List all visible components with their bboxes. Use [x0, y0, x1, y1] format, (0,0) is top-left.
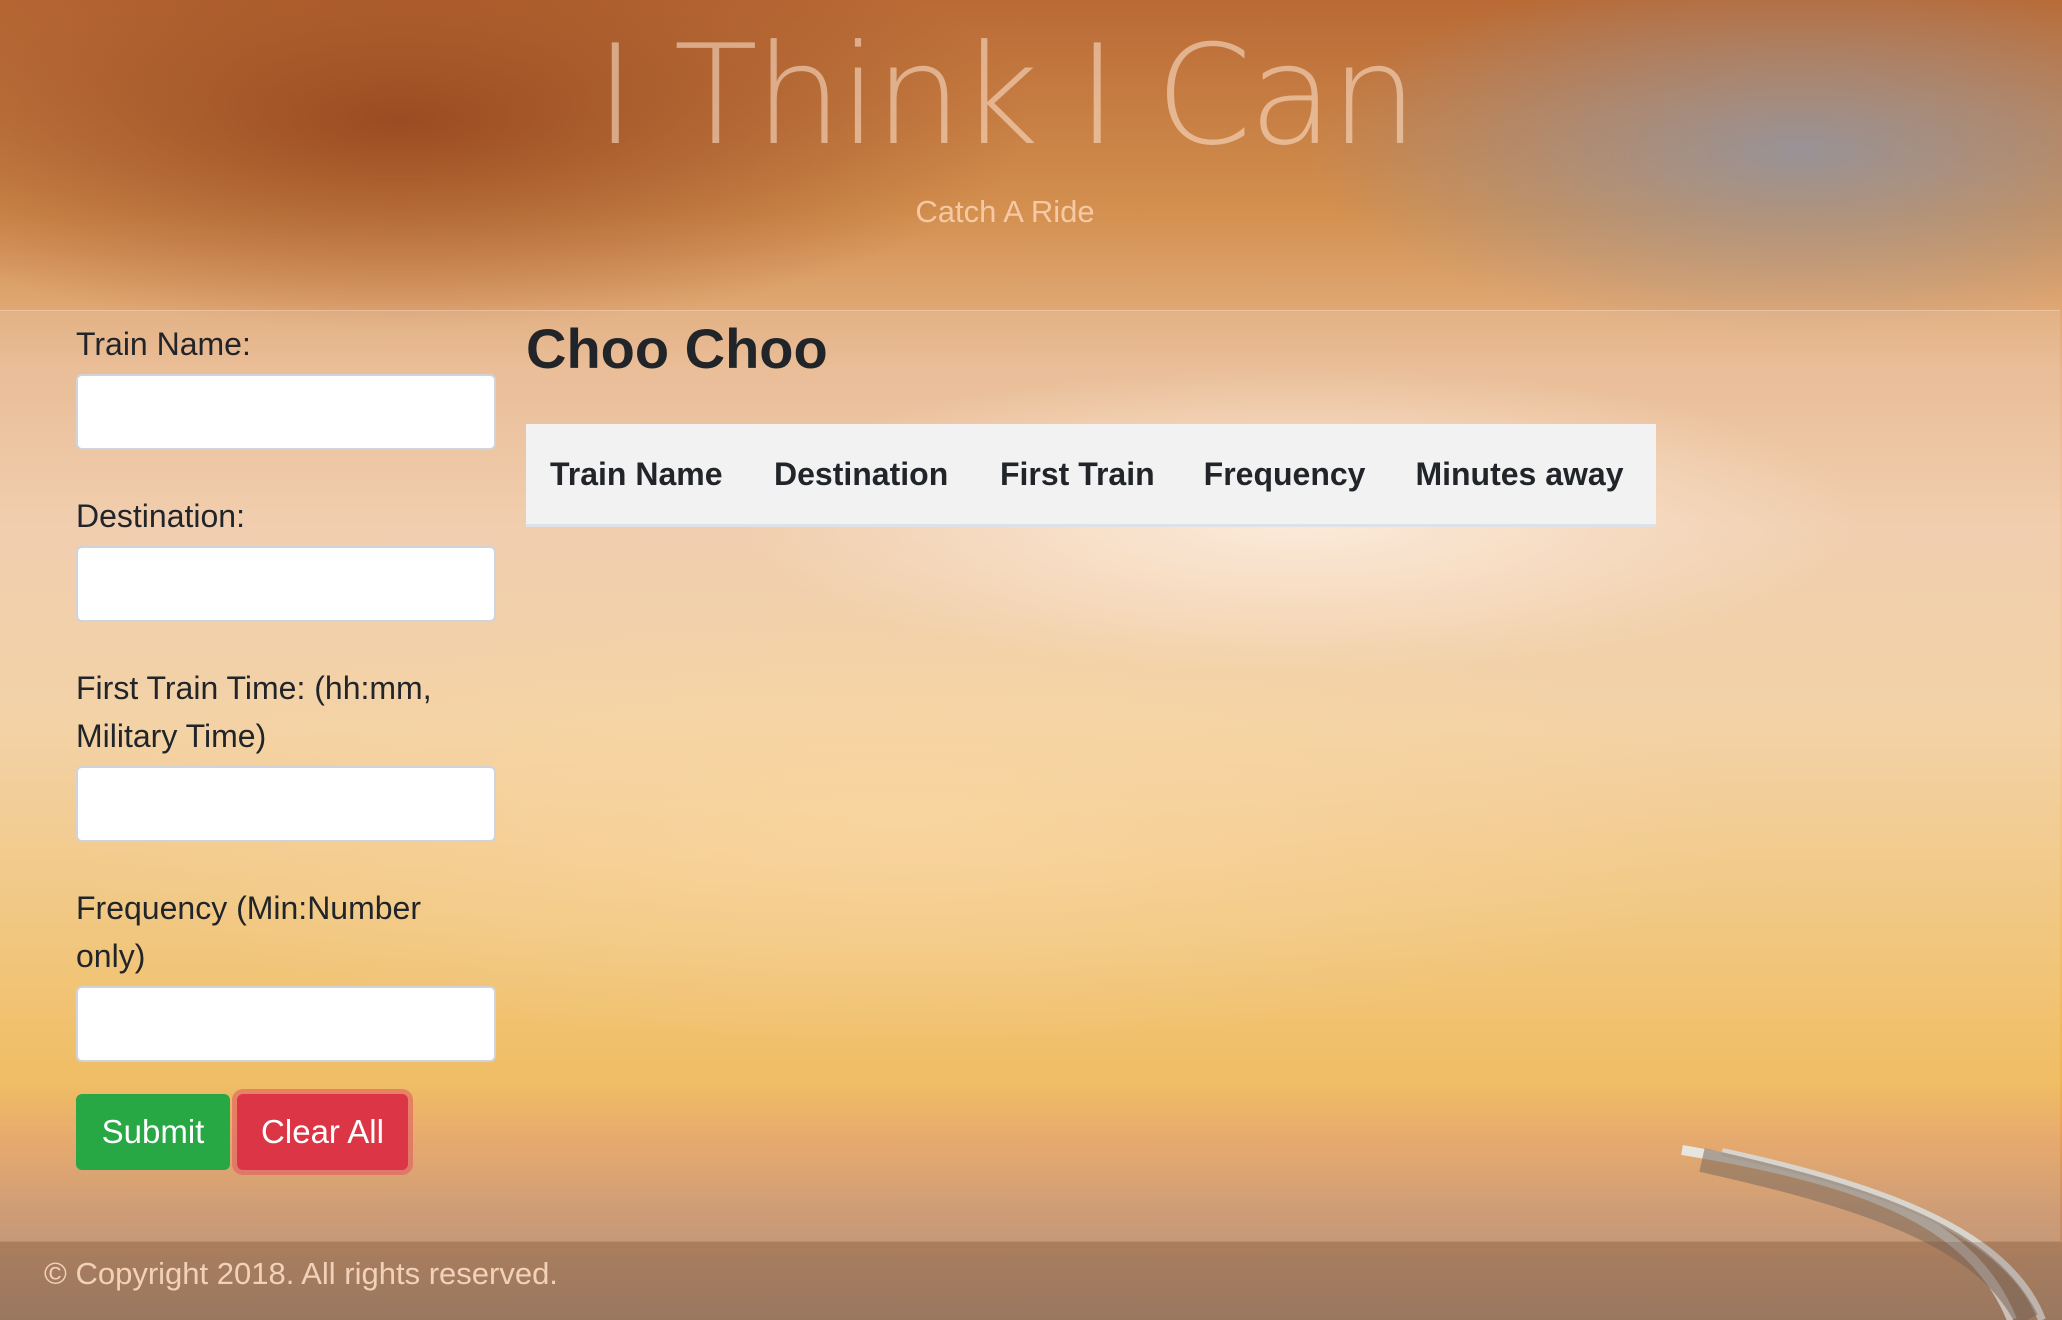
clear-all-button[interactable]: Clear All: [237, 1094, 408, 1170]
frequency-label: Frequency (Min:Number only): [76, 890, 421, 974]
submit-button[interactable]: Submit: [76, 1094, 230, 1170]
column-header-first-train: First Train: [999, 455, 1155, 492]
column-header-train-name: Train Name: [550, 455, 723, 492]
first-train-time-label: First Train Time: (hh:mm, Military Time): [76, 670, 432, 754]
column-header-frequency: Frequency: [1203, 455, 1366, 492]
table-header-row: Train Name Destination First Train Frequ…: [526, 424, 1656, 526]
page-subtitle: Catch A Ride: [915, 194, 1095, 229]
train-schedule-table: Train Name Destination First Train Frequ…: [526, 424, 1656, 527]
column-header-minutes-away: Minutes away: [1415, 455, 1624, 492]
column-header-destination: Destination: [774, 455, 949, 492]
page-title: I Think I Can: [595, 15, 1418, 176]
train-name-input[interactable]: [76, 374, 496, 450]
schedule-title: Choo Choo: [526, 317, 828, 380]
train-name-label: Train Name:: [76, 326, 251, 362]
footer: © Copyright 2018. All rights reserved.: [0, 1242, 2062, 1320]
header-jumbotron: I Think I Can Catch A Ride: [0, 0, 2062, 310]
destination-label: Destination:: [76, 498, 245, 534]
frequency-input[interactable]: [76, 986, 496, 1062]
destination-input[interactable]: [76, 546, 496, 622]
first-train-time-input[interactable]: [76, 766, 496, 842]
copyright-text: © Copyright 2018. All rights reserved.: [44, 1256, 558, 1291]
